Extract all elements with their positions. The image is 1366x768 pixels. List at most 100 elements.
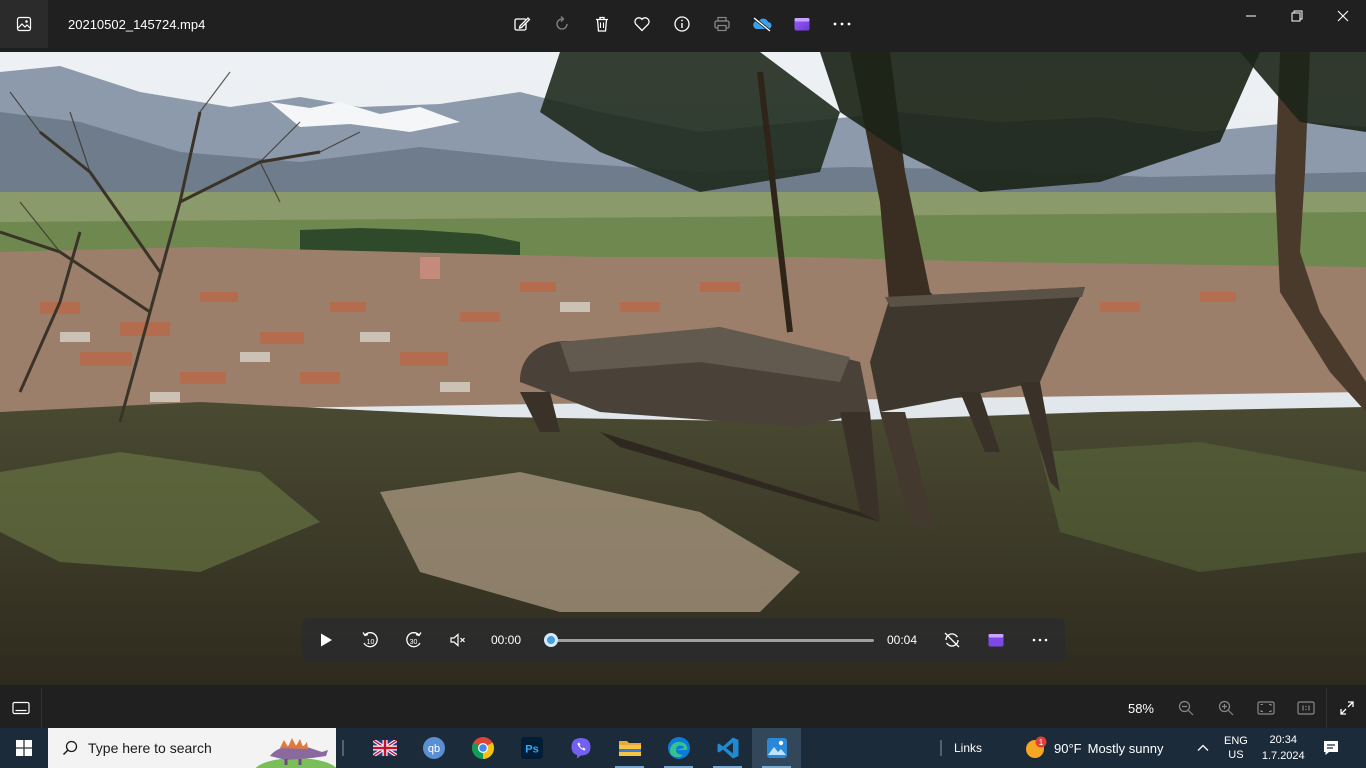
start-button[interactable] [0,728,48,768]
rotate-button[interactable] [542,4,582,44]
region-code: US [1228,749,1244,761]
delete-icon [596,16,608,32]
rotate-icon [556,16,568,30]
filmstrip-icon [11,701,30,715]
input-language[interactable]: ENG US [1224,734,1248,762]
zoom-out-icon [1178,700,1194,716]
player-more-button[interactable] [1018,618,1062,662]
mute-button[interactable] [436,618,480,662]
play-button[interactable] [304,618,348,662]
minimize-icon [1246,15,1256,17]
language-code: ENG [1224,735,1248,747]
clock[interactable]: 20:34 1.7.2024 [1262,732,1305,764]
restore-icon [1291,10,1303,22]
notification-icon [1323,741,1338,755]
more-options-button[interactable] [822,4,862,44]
taskbar-app-qbittorrent[interactable]: qb [409,728,458,768]
clipchamp-button[interactable] [782,4,822,44]
favorite-button[interactable] [622,4,662,44]
links-toolbar[interactable]: Links [954,741,982,755]
repeat-button[interactable] [930,618,974,662]
print-button[interactable] [702,4,742,44]
weather-widget[interactable]: 1 90°F Mostly sunny [1024,728,1163,768]
clipchamp-icon [794,18,810,31]
taskbar-app-language-uk[interactable] [360,728,409,768]
sunny-weather-icon: 1 [1026,736,1047,758]
photos-app-icon[interactable] [0,0,48,48]
search-icon [62,740,78,756]
minimize-button[interactable] [1228,0,1274,32]
chrome-icon [471,737,494,759]
taskbar-apps: qb Ps [360,728,801,768]
top-toolbar [502,4,862,44]
fit-window-icon [1257,701,1275,715]
more-icon [1032,638,1048,642]
actual-size-button[interactable] [1286,688,1326,728]
onedrive-icon [753,16,772,33]
volume-muted-icon [450,633,465,647]
taskbar-app-edge[interactable] [654,728,703,768]
fullscreen-icon [1339,701,1354,715]
chevron-up-icon[interactable] [1196,741,1210,755]
video-frame[interactable]: 10 30 00:00 00:04 [0,52,1366,685]
onedrive-button[interactable] [742,4,782,44]
taskbar-app-viber[interactable] [556,728,605,768]
restore-button[interactable] [1274,0,1320,32]
title-bar: 20210502_145724.mp4 [0,0,1366,50]
forward-button[interactable]: 30 [392,618,436,662]
clipchamp-icon [988,634,1004,647]
windows-taskbar: Type here to search qb Ps Links 1 90°F M… [0,728,1366,768]
media-controls: 10 30 00:00 00:04 [302,618,1065,662]
taskbar-app-file-explorer[interactable] [605,728,654,768]
seek-thumb[interactable] [543,633,558,647]
taskbar-app-photos[interactable] [752,728,801,768]
taskbar-search-box[interactable]: Type here to search [48,728,336,768]
print-icon [714,16,730,32]
fullscreen-button[interactable] [1326,688,1366,728]
svg-text:30: 30 [410,639,418,646]
info-icon [674,16,690,32]
window-controls [1228,0,1366,32]
clock-time: 20:34 [1269,734,1298,746]
edit-icon [514,17,531,31]
filmstrip-button[interactable] [0,688,42,728]
total-time: 00:04 [886,633,918,647]
zoom-out-button[interactable] [1166,688,1206,728]
fit-to-window-button[interactable] [1246,688,1286,728]
clock-date: 1.7.2024 [1261,750,1305,762]
repeat-off-icon [944,632,960,648]
system-tray: ENG US 20:34 1.7.2024 [1196,728,1351,768]
notification-center-button[interactable] [1311,728,1351,768]
delete-button[interactable] [582,4,622,44]
edit-image-button[interactable] [502,4,542,44]
clipchamp-edit-button[interactable] [974,618,1018,662]
search-placeholder: Type here to search [88,740,212,756]
bottom-status-bar: 58% [0,688,1366,728]
file-info-button[interactable] [662,4,702,44]
rewind-button[interactable]: 10 [348,618,392,662]
photos-icon [766,738,787,758]
edge-icon [667,737,690,759]
zoom-in-icon [1218,700,1234,716]
zoom-controls: 58% [1128,688,1366,728]
seek-bar[interactable] [543,630,874,650]
weather-description: Mostly sunny [1087,740,1164,756]
play-icon [321,633,332,647]
window-title: 20210502_145724.mp4 [68,17,206,32]
close-button[interactable] [1320,0,1366,32]
favorite-icon [634,17,650,32]
qbittorrent-icon: qb [422,737,445,759]
more-icon [833,22,851,26]
video-scene-image [0,52,1366,685]
taskbar-app-photoshop[interactable]: Ps [507,728,556,768]
vscode-icon [717,737,738,759]
taskbar-app-vscode[interactable] [703,728,752,768]
svg-text:qb: qb [427,743,439,755]
search-highlight-dinosaur-icon [256,738,336,768]
rewind-10-icon: 10 [362,632,378,648]
photoshop-icon: Ps [520,737,543,759]
actual-size-icon [1297,701,1315,715]
zoom-in-button[interactable] [1206,688,1246,728]
taskbar-app-chrome[interactable] [458,728,507,768]
forward-30-icon: 30 [406,632,422,648]
